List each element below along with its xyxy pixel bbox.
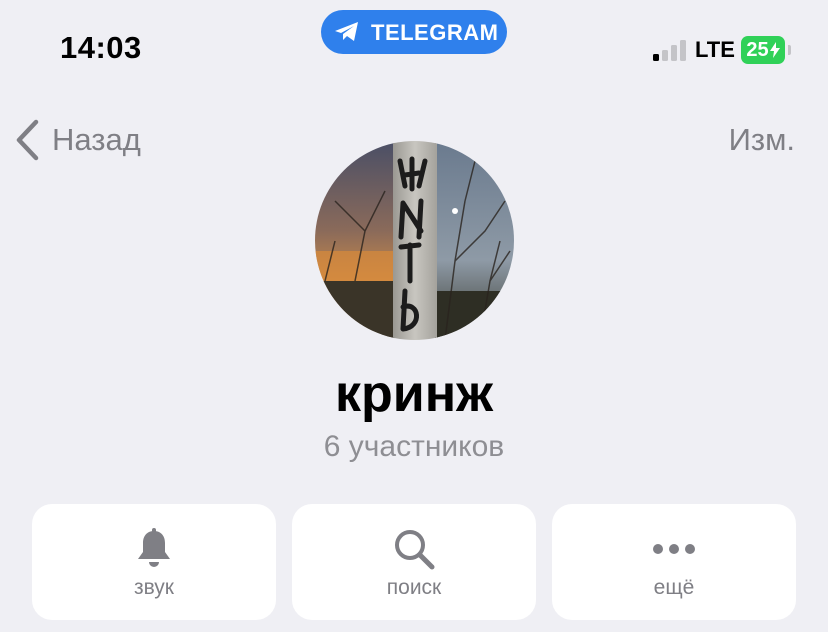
battery-icon: 25 bbox=[741, 36, 791, 64]
more-icon bbox=[653, 544, 695, 554]
search-button-label: поиск bbox=[386, 576, 442, 599]
status-bar: 14:03 TELEGRAM LTE 25 bbox=[0, 0, 828, 100]
search-button[interactable]: поиск bbox=[292, 504, 536, 620]
chevron-left-icon bbox=[16, 119, 39, 161]
telegram-banner-label: TELEGRAM bbox=[371, 20, 499, 45]
avatar-photo bbox=[315, 141, 514, 340]
signal-strength-icon bbox=[653, 39, 689, 61]
group-title: кринж bbox=[334, 365, 494, 423]
edit-button[interactable]: Изм. bbox=[729, 122, 795, 158]
member-count: 6 участников bbox=[323, 430, 505, 463]
charging-bolt-icon bbox=[769, 42, 780, 58]
more-button[interactable]: ещё bbox=[552, 504, 796, 620]
bell-icon bbox=[138, 528, 170, 567]
network-type: LTE bbox=[695, 37, 735, 62]
telegram-icon bbox=[335, 22, 358, 41]
battery-level: 25 bbox=[746, 38, 769, 61]
back-button-label: Назад bbox=[52, 122, 141, 157]
search-icon bbox=[395, 530, 435, 570]
back-button[interactable]: Назад bbox=[14, 118, 141, 162]
status-time: 14:03 bbox=[60, 30, 142, 65]
sound-button[interactable]: звук bbox=[32, 504, 276, 620]
action-bar: звук поиск ещё bbox=[32, 504, 796, 620]
more-button-label: ещё bbox=[653, 576, 695, 599]
telegram-banner[interactable]: TELEGRAM bbox=[321, 10, 507, 54]
group-avatar[interactable] bbox=[315, 141, 514, 340]
sound-button-label: звук bbox=[133, 576, 174, 599]
